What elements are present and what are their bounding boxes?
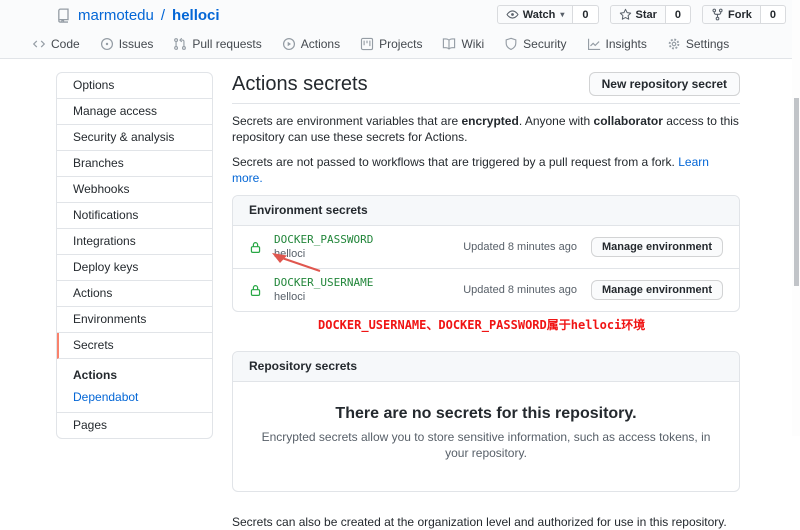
star-icon — [619, 8, 632, 21]
code-icon — [32, 37, 46, 51]
star-count[interactable]: 0 — [666, 5, 691, 24]
tab-label: Code — [51, 37, 80, 51]
sidebar-item-environments[interactable]: Environments — [57, 307, 212, 333]
repo-header: marmotedu / helloci Watch ▾ 0 Star 0 — [0, 0, 800, 59]
tab-label: Pull requests — [192, 37, 261, 51]
intro-paragraph-2: Secrets are not passed to workflows that… — [232, 154, 740, 186]
tab-label: Settings — [686, 37, 729, 51]
secret-name-link[interactable]: DOCKER_PASSWORD — [274, 233, 463, 246]
repo-icon — [56, 8, 71, 23]
sidebar-item-security-analysis[interactable]: Security & analysis — [57, 125, 212, 151]
fork-count[interactable]: 0 — [761, 5, 786, 24]
annotation-text: DOCKER_USERNAME、DOCKER_PASSWORD属于helloci… — [318, 317, 740, 337]
lock-icon — [249, 241, 262, 254]
breadcrumb-separator: / — [161, 7, 165, 24]
page-scrollbar — [792, 0, 800, 436]
tab-settings[interactable]: Settings — [657, 32, 739, 56]
intro-paragraph-1: Secrets are environment variables that a… — [232, 113, 740, 145]
star-control: Star 0 — [610, 5, 692, 24]
submenu-item-actions[interactable]: Actions — [73, 369, 196, 382]
intro-text: Secrets are environment variables that a… — [232, 113, 740, 186]
star-button[interactable]: Star — [610, 5, 666, 24]
repo-name-link[interactable]: helloci — [172, 7, 220, 24]
play-icon — [282, 37, 296, 51]
watch-button[interactable]: Watch ▾ — [497, 5, 574, 24]
fork-icon — [711, 8, 724, 21]
issue-opened-icon — [100, 37, 114, 51]
sidebar-item-actions[interactable]: Actions — [57, 281, 212, 307]
annotation-arrow-icon — [268, 250, 326, 276]
scrollbar-thumb[interactable] — [794, 98, 799, 286]
sidebar-item-deploy-keys[interactable]: Deploy keys — [57, 255, 212, 281]
graph-icon — [587, 37, 601, 51]
watch-control: Watch ▾ 0 — [497, 5, 599, 24]
tab-pull-requests[interactable]: Pull requests — [163, 32, 271, 56]
settings-sidebar: Options Manage access Security & analysi… — [56, 72, 213, 439]
updated-timestamp: Updated 8 minutes ago — [463, 241, 577, 253]
tab-label: Projects — [379, 37, 422, 51]
caret-down-icon: ▾ — [560, 10, 564, 19]
project-icon — [360, 37, 374, 51]
git-pull-request-icon — [173, 37, 187, 51]
eye-icon — [506, 8, 519, 21]
environment-secrets-header: Environment secrets — [233, 196, 739, 226]
page-title: Actions secrets — [232, 72, 368, 96]
repository-secrets-header: Repository secrets — [233, 352, 739, 382]
main-content: Actions secrets New repository secret Se… — [232, 72, 740, 530]
secret-info: DOCKER_USERNAME helloci — [274, 276, 463, 304]
updated-timestamp: Updated 8 minutes ago — [463, 284, 577, 296]
sidebar-item-options[interactable]: Options — [57, 73, 212, 99]
empty-state-description: Encrypted secrets allow you to store sen… — [257, 429, 715, 461]
sidebar-item-secrets[interactable]: Secrets — [57, 333, 212, 359]
repository-secrets-box: Repository secrets There are no secrets … — [232, 351, 740, 492]
secrets-submenu: Actions Dependabot — [57, 359, 212, 413]
watch-label: Watch — [523, 9, 556, 21]
sidebar-item-notifications[interactable]: Notifications — [57, 203, 212, 229]
tab-insights[interactable]: Insights — [577, 32, 657, 56]
repo-social-actions: Watch ▾ 0 Star 0 Fork 0 — [497, 5, 786, 24]
sidebar-item-webhooks[interactable]: Webhooks — [57, 177, 212, 203]
tab-security[interactable]: Security — [494, 32, 576, 56]
submenu-item-dependabot[interactable]: Dependabot — [73, 391, 196, 404]
gear-icon — [667, 37, 681, 51]
empty-state: There are no secrets for this repository… — [233, 382, 739, 491]
star-label: Star — [636, 9, 657, 21]
sidebar-item-pages[interactable]: Pages — [57, 413, 212, 438]
main-header: Actions secrets New repository secret — [232, 72, 740, 104]
tab-actions[interactable]: Actions — [272, 32, 350, 56]
lock-icon — [249, 284, 262, 297]
fork-control: Fork 0 — [702, 5, 786, 24]
sidebar-item-manage-access[interactable]: Manage access — [57, 99, 212, 125]
fork-button[interactable]: Fork — [702, 5, 761, 24]
fork-label: Fork — [728, 9, 752, 21]
shield-icon — [504, 37, 518, 51]
watch-count[interactable]: 0 — [573, 5, 598, 24]
secret-name-link[interactable]: DOCKER_USERNAME — [274, 276, 463, 289]
tab-code[interactable]: Code — [22, 32, 90, 56]
tab-label: Security — [523, 37, 566, 51]
tab-wiki[interactable]: Wiki — [432, 32, 494, 56]
org-secrets-note: Secrets can also be created at the organ… — [232, 514, 740, 530]
new-repository-secret-button[interactable]: New repository secret — [589, 72, 740, 96]
book-icon — [442, 37, 456, 51]
breadcrumb: marmotedu / helloci — [56, 7, 220, 24]
tab-label: Insights — [606, 37, 647, 51]
manage-environment-button[interactable]: Manage environment — [591, 280, 723, 300]
sidebar-item-branches[interactable]: Branches — [57, 151, 212, 177]
tab-label: Actions — [301, 37, 340, 51]
tab-projects[interactable]: Projects — [350, 32, 432, 56]
manage-environment-button[interactable]: Manage environment — [591, 237, 723, 257]
secret-environment: helloci — [274, 291, 463, 304]
tab-label: Wiki — [461, 37, 484, 51]
tab-label: Issues — [119, 37, 154, 51]
empty-state-title: There are no secrets for this repository… — [257, 403, 715, 425]
tab-issues[interactable]: Issues — [90, 32, 164, 56]
sidebar-item-integrations[interactable]: Integrations — [57, 229, 212, 255]
repo-owner-link[interactable]: marmotedu — [78, 7, 154, 24]
repo-nav-tabs: Code Issues Pull requests Actions Projec… — [22, 32, 739, 56]
